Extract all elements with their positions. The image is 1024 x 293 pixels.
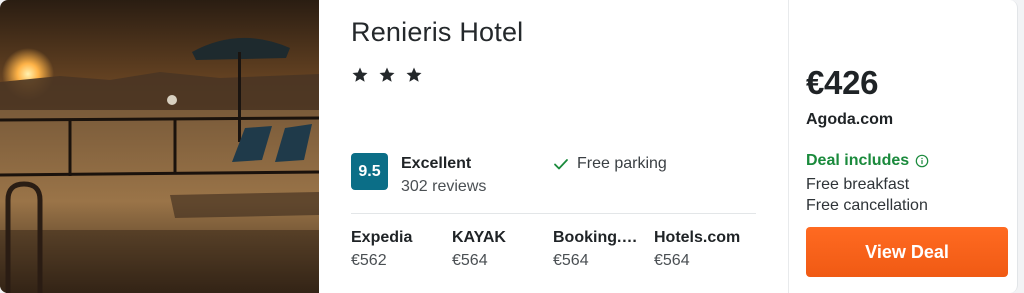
deal-price: €426 bbox=[806, 64, 879, 101]
deal-feature: Free breakfast bbox=[806, 176, 910, 193]
check-icon bbox=[554, 159, 568, 170]
provider-offer-booking[interactable]: Booking.… €564 bbox=[553, 229, 654, 270]
provider-price-list: Expedia €562 KAYAK €564 Booking.… €564 H… bbox=[351, 229, 755, 270]
column-divider bbox=[788, 0, 789, 293]
deal-feature: Free cancellation bbox=[806, 197, 928, 214]
provider-offer-expedia[interactable]: Expedia €562 bbox=[351, 229, 452, 270]
deal-includes-label: Deal includes bbox=[806, 152, 910, 169]
star-icon bbox=[379, 67, 395, 82]
deal-provider: Agoda.com bbox=[806, 111, 894, 128]
deal-includes[interactable]: Deal includes bbox=[806, 152, 929, 170]
hotel-info: Renieris Hotel 9.5 Excellent 302 reviews… bbox=[351, 0, 756, 293]
view-deal-button[interactable]: View Deal bbox=[806, 227, 1008, 277]
provider-price: €562 bbox=[351, 252, 387, 269]
divider bbox=[351, 213, 756, 214]
provider-name: Hotels.com bbox=[654, 229, 741, 246]
rating-label: Excellent bbox=[401, 155, 472, 172]
amenity-free-parking: Free parking bbox=[553, 155, 667, 173]
review-count[interactable]: 302 reviews bbox=[401, 178, 486, 196]
amenity-label: Free parking bbox=[577, 155, 667, 172]
provider-name: Booking.… bbox=[553, 229, 638, 246]
provider-price: €564 bbox=[452, 252, 488, 269]
star-rating bbox=[351, 66, 423, 84]
provider-price: €564 bbox=[654, 252, 690, 269]
star-icon bbox=[352, 67, 368, 82]
hotel-photo[interactable] bbox=[0, 0, 319, 293]
rating-score-badge: 9.5 bbox=[351, 153, 388, 190]
provider-offer-kayak[interactable]: KAYAK €564 bbox=[452, 229, 553, 270]
provider-name: Expedia bbox=[351, 229, 413, 246]
hotel-result-card[interactable]: Renieris Hotel 9.5 Excellent 302 reviews… bbox=[0, 0, 1018, 293]
provider-name: KAYAK bbox=[452, 229, 506, 246]
star-icon bbox=[406, 67, 422, 82]
provider-offer-hotels-com[interactable]: Hotels.com €564 bbox=[654, 229, 755, 270]
info-icon[interactable] bbox=[915, 154, 929, 168]
hotel-name[interactable]: Renieris Hotel bbox=[351, 17, 523, 48]
hotel-photo-image bbox=[0, 0, 319, 293]
best-deal-panel: €426 Agoda.com Deal includes Free breakf… bbox=[806, 0, 1011, 293]
provider-price: €564 bbox=[553, 252, 589, 269]
